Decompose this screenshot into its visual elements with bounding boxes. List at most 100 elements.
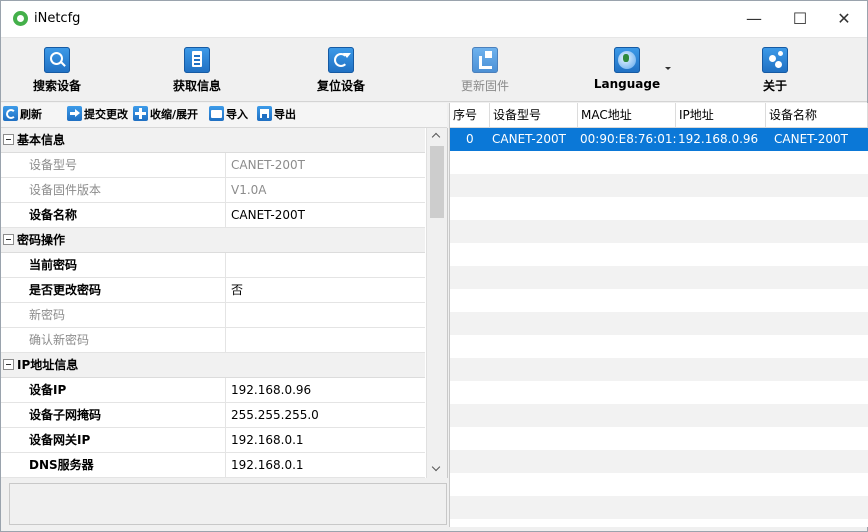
main-toolbar: 搜索设备 获取信息 复位设备 更新固件 Language 关于 (1, 45, 867, 102)
empty-row (450, 289, 868, 312)
scroll-thumb[interactable] (430, 146, 444, 218)
empty-row (450, 473, 868, 496)
empty-row (450, 519, 868, 527)
property-value[interactable]: 192.168.0.1 (231, 428, 304, 452)
reset-icon (328, 47, 354, 73)
vertical-scrollbar[interactable] (426, 128, 447, 478)
property-row[interactable]: 新密码 (1, 303, 425, 328)
property-value: V1.0A (231, 183, 267, 197)
submit-changes-label: 提交更改 (84, 108, 128, 121)
property-row[interactable]: 设备子网掩码 255.255.255.0 (1, 403, 425, 428)
section-basic-info[interactable]: 基本信息 (1, 128, 425, 153)
property-row[interactable]: 当前密码 (1, 253, 425, 278)
get-info-button[interactable]: 获取信息 (147, 45, 247, 101)
device-ip: 192.168.0.96 (678, 132, 759, 146)
app-window: iNetcfg — ☐ ✕ 搜索设备 获取信息 复位设备 更新固件 Langua… (0, 0, 868, 532)
maximize-button[interactable]: ☐ (777, 1, 823, 37)
collapse-icon[interactable] (3, 234, 14, 245)
collapse-icon[interactable] (3, 359, 14, 370)
property-value[interactable]: 255.255.255.0 (231, 403, 319, 427)
firmware-icon (472, 47, 498, 73)
empty-row (450, 266, 868, 289)
globe-icon (614, 47, 640, 73)
refresh-icon (3, 106, 18, 121)
scroll-down-icon[interactable] (427, 461, 447, 478)
column-header-model[interactable]: 设备型号 (490, 103, 578, 127)
device-list: 序号 设备型号 MAC地址 IP地址 设备名称 0 CANET-200T 00:… (449, 103, 868, 527)
refresh-button[interactable]: 刷新 (3, 106, 42, 124)
property-row[interactable]: 设备型号 CANET-200T (1, 153, 425, 178)
minimize-button[interactable]: — (731, 1, 777, 37)
property-row[interactable]: 设备名称 CANET-200T (1, 203, 425, 228)
arrow-right-icon (67, 106, 82, 121)
empty-row (450, 450, 868, 473)
reset-device-label: 复位设备 (316, 79, 365, 93)
section-title: 基本信息 (17, 133, 66, 147)
property-key: 确认新密码 (1, 328, 226, 352)
refresh-label: 刷新 (20, 108, 42, 121)
scroll-up-icon[interactable] (427, 128, 447, 145)
property-value: CANET-200T (231, 158, 305, 172)
title-bar: iNetcfg — ☐ ✕ (1, 1, 867, 38)
property-row[interactable]: DNS服务器 192.168.0.1 (1, 453, 425, 478)
column-header-mac[interactable]: MAC地址 (578, 103, 676, 127)
property-key: 设备名称 (1, 203, 226, 227)
about-button[interactable]: 关于 (725, 45, 825, 101)
property-value[interactable]: 否 (231, 278, 243, 302)
empty-row (450, 197, 868, 220)
column-header-name[interactable]: 设备名称 (766, 103, 868, 127)
update-firmware-label: 更新固件 (460, 79, 509, 93)
property-grid-content: 基本信息 设备型号 CANET-200T 设备固件版本 V1.0A 设备名称 C… (1, 128, 425, 478)
document-icon (184, 47, 210, 73)
folder-icon (209, 106, 224, 121)
device-index: 0 (466, 132, 474, 146)
property-value[interactable]: CANET-200T (231, 203, 305, 227)
collapse-expand-button[interactable]: 收缩/展开 (133, 106, 198, 124)
empty-row (450, 335, 868, 358)
empty-row (450, 404, 868, 427)
property-key: 设备型号 (1, 153, 226, 177)
device-mac: 00:90:E8:76:01:44 (580, 132, 676, 146)
property-value[interactable]: 192.168.0.96 (231, 378, 311, 402)
column-header-ip[interactable]: IP地址 (676, 103, 766, 127)
section-ip-info[interactable]: IP地址信息 (1, 353, 425, 378)
property-row[interactable]: 设备固件版本 V1.0A (1, 178, 425, 203)
search-device-label: 搜索设备 (32, 79, 81, 93)
search-device-button[interactable]: 搜索设备 (7, 45, 107, 101)
property-row[interactable]: 设备IP 192.168.0.96 (1, 378, 425, 403)
close-button[interactable]: ✕ (821, 1, 867, 37)
submit-changes-button[interactable]: 提交更改 (67, 106, 133, 124)
property-key: 设备子网掩码 (1, 403, 226, 427)
device-model: CANET-200T (492, 132, 566, 146)
empty-row (450, 381, 868, 404)
column-header-index[interactable]: 序号 (450, 103, 490, 127)
empty-row (450, 427, 868, 450)
property-key: 新密码 (1, 303, 226, 327)
section-title: IP地址信息 (17, 358, 79, 372)
collapse-expand-label: 收缩/展开 (150, 108, 199, 121)
chevron-down-icon[interactable] (665, 67, 671, 70)
plus-icon (133, 106, 148, 121)
language-button[interactable]: Language (577, 45, 677, 101)
device-row[interactable]: 0 CANET-200T 00:90:E8:76:01:44 192.168.0… (450, 128, 868, 151)
property-key: 设备IP (1, 378, 226, 402)
property-row[interactable]: 设备网关IP 192.168.0.1 (1, 428, 425, 453)
property-key: 设备网关IP (1, 428, 226, 452)
update-firmware-button[interactable]: 更新固件 (435, 45, 535, 101)
collapse-icon[interactable] (3, 134, 14, 145)
import-button[interactable]: 导入 (209, 106, 248, 124)
empty-row (450, 358, 868, 381)
device-name: CANET-200T (774, 132, 848, 146)
property-key: 设备固件版本 (1, 178, 226, 202)
property-row[interactable]: 确认新密码 (1, 328, 425, 353)
app-logo-icon (13, 11, 28, 26)
property-toolbar: 刷新 提交更改 收缩/展开 导入 导出 (1, 103, 447, 128)
device-list-header: 序号 设备型号 MAC地址 IP地址 设备名称 (450, 103, 868, 128)
property-value[interactable]: 192.168.0.1 (231, 453, 304, 477)
reset-device-button[interactable]: 复位设备 (291, 45, 391, 101)
export-button[interactable]: 导出 (257, 106, 296, 124)
property-row[interactable]: 是否更改密码 否 (1, 278, 425, 303)
empty-row (450, 496, 868, 519)
section-password[interactable]: 密码操作 (1, 228, 425, 253)
section-title: 密码操作 (17, 233, 66, 247)
